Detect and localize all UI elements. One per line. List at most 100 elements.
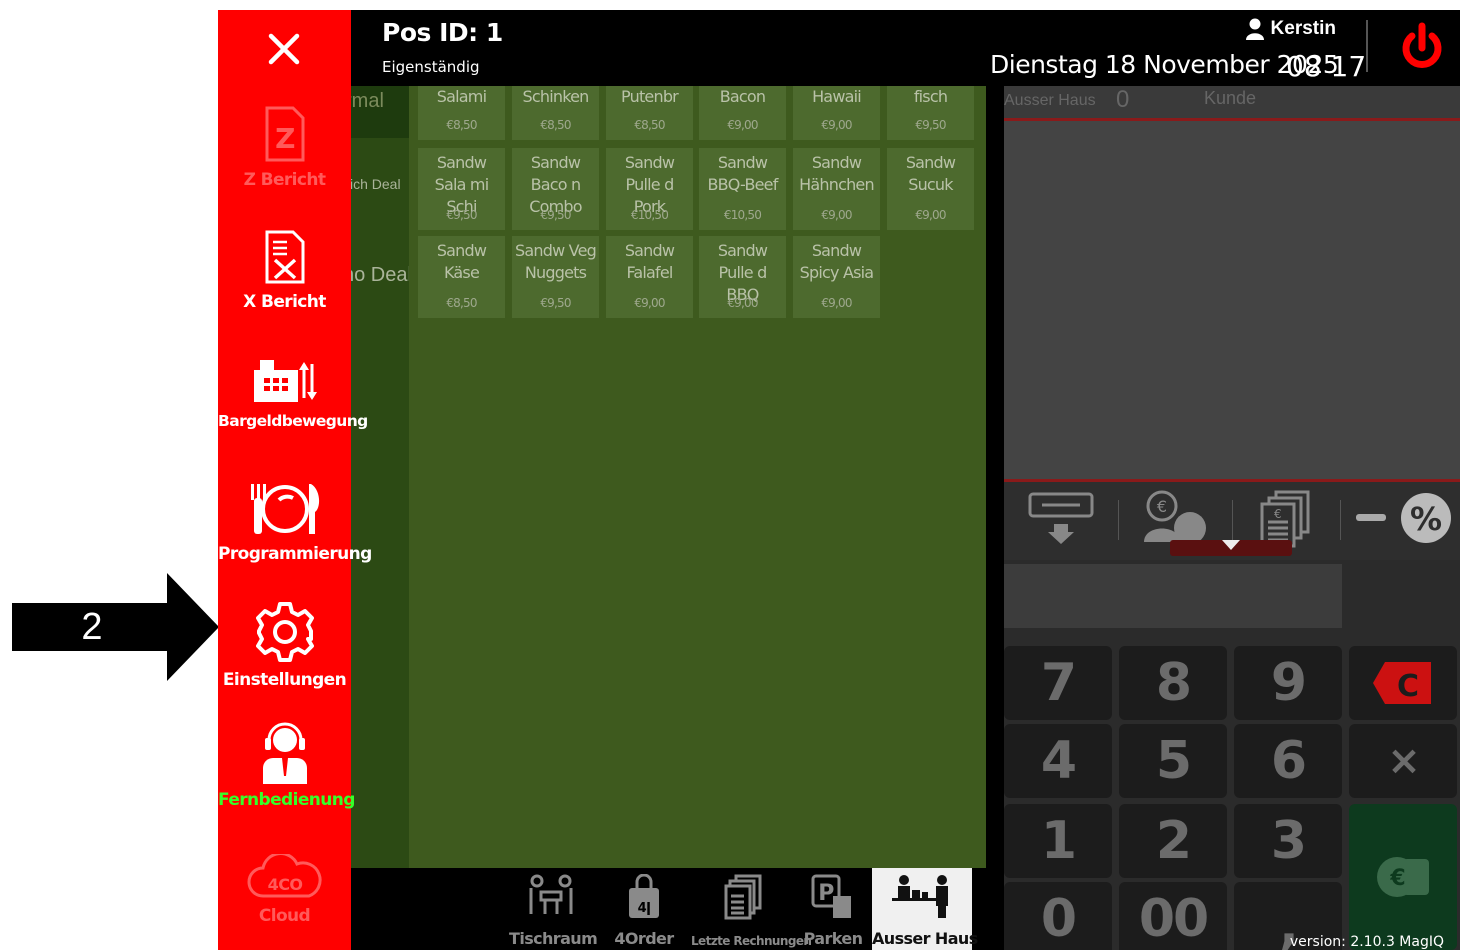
product-tile[interactable]: Sandw Käse €8,50: [418, 236, 505, 318]
order-count: 0: [1116, 86, 1130, 113]
pos-id: Pos ID: 1: [382, 18, 503, 47]
digit-key[interactable]: 1: [1004, 804, 1112, 878]
product-tile[interactable]: Sandw Sala mi Schi €9,50: [418, 148, 505, 230]
digit-key[interactable]: 8: [1119, 646, 1227, 720]
order-list[interactable]: [1004, 118, 1460, 482]
product-tile[interactable]: Bacon €9,00: [699, 86, 786, 140]
product-price: €8,50: [446, 296, 477, 310]
product-name: Sandw Käse: [436, 241, 487, 282]
collapse-tab[interactable]: [1170, 536, 1292, 560]
digit-key[interactable]: 7: [1004, 646, 1112, 720]
nav-tischraum[interactable]: Tischraum: [509, 868, 598, 950]
menu-bargeldbewegung[interactable]: Bargeldbewegung: [218, 358, 368, 430]
nav-ausser-haus[interactable]: Ausser Haus: [872, 868, 978, 950]
svg-text:€: €: [1274, 507, 1282, 521]
product-tile[interactable]: Schinken €8,50: [512, 86, 599, 140]
product-price: €10,50: [630, 208, 669, 222]
product-price: €9,00: [821, 296, 852, 310]
x-report-icon: [265, 230, 304, 284]
product-price: €9,00: [727, 118, 758, 132]
pos-mode: Eigenständig: [382, 58, 480, 76]
svg-text:€: €: [1389, 866, 1404, 891]
menu-label: Z Bericht: [243, 170, 326, 190]
pay-button[interactable]: €: [1349, 804, 1457, 950]
digit-key[interactable]: 3: [1234, 804, 1342, 878]
nav-label: Tischraum: [509, 929, 598, 948]
digit-key[interactable]: 9: [1234, 646, 1342, 720]
digit-key[interactable]: 6: [1234, 724, 1342, 798]
product-price: €9,00: [821, 118, 852, 132]
menu-einstellungen[interactable]: Einstellungen: [218, 600, 351, 690]
product-tile[interactable]: Sandw Falafel €9,00: [606, 236, 693, 318]
product-price: €8,50: [634, 118, 665, 132]
digit-key[interactable]: 00: [1119, 882, 1227, 950]
product-tile[interactable]: Sandw Veg Nuggets €9,50: [512, 236, 599, 318]
product-grid: rmal vich Deal no Deal Salami€8,50Schink…: [351, 86, 986, 868]
menu-programmierung[interactable]: Programmierung: [218, 480, 372, 564]
product-price: €9,00: [821, 208, 852, 222]
product-name: Sandw Spicy Asia: [799, 241, 874, 282]
digit-key[interactable]: 2: [1119, 804, 1227, 878]
product-tile[interactable]: Salami €8,50: [418, 86, 505, 140]
svg-text:4CO: 4CO: [267, 875, 302, 894]
product-name: Sandw BBQ-Beef: [707, 153, 778, 194]
support-agent-icon: [262, 722, 307, 784]
discount-icon[interactable]: %: [1354, 490, 1454, 546]
product-tile[interactable]: Sandw Spicy Asia €9,00: [793, 236, 880, 318]
clear-key[interactable]: C: [1349, 646, 1457, 720]
menu-label: Bargeldbewegung: [218, 412, 368, 430]
product-tile[interactable]: Sandw Baco n Combo €9,50: [512, 148, 599, 230]
product-price: €9,50: [915, 118, 946, 132]
category-item[interactable]: vich Deal: [351, 176, 409, 192]
receipts-icon: [724, 874, 762, 920]
product-price: €9,50: [540, 208, 571, 222]
product-price: €9,00: [634, 296, 665, 310]
clear-icon: C: [1373, 662, 1431, 704]
product-tile[interactable]: fisch €9,50: [887, 86, 974, 140]
category-item[interactable]: rmal: [351, 86, 409, 138]
time-display: 08 17: [1286, 50, 1367, 83]
menu-fernbedienung[interactable]: Fernbedienung: [218, 722, 355, 810]
nav-4order[interactable]: 4ǀ 4Order: [603, 868, 685, 950]
product-tile[interactable]: Sandw BBQ-Beef €10,50: [699, 148, 786, 230]
order-mode[interactable]: Ausser Haus: [1004, 92, 1096, 110]
product-name: Sandw Falafel: [624, 241, 675, 282]
tool-divider: [1118, 500, 1119, 540]
gear-icon: [255, 602, 314, 662]
cash-drawer-icon[interactable]: [1028, 490, 1094, 546]
product-tile[interactable]: Sandw Sucuk €9,00: [887, 148, 974, 230]
digit-key[interactable]: 4: [1004, 724, 1112, 798]
digit-key[interactable]: 0: [1004, 882, 1112, 950]
product-tile[interactable]: Hawaii €9,00: [793, 86, 880, 140]
nav-label: Ausser Haus: [872, 929, 978, 948]
product-tile[interactable]: Putenbr €8,50: [606, 86, 693, 140]
menu-cloud[interactable]: 4CO Cloud: [218, 854, 351, 926]
power-icon[interactable]: [1394, 20, 1450, 76]
pay-cash-icon: €: [1377, 857, 1429, 897]
product-price: €8,50: [446, 118, 477, 132]
header-divider: [1366, 20, 1368, 72]
product-price: €9,00: [915, 208, 946, 222]
close-icon[interactable]: [261, 26, 307, 72]
digit-key[interactable]: 5: [1119, 724, 1227, 798]
menu-label: Einstellungen: [222, 670, 347, 690]
tool-divider: [1232, 500, 1233, 540]
menu-label: Programmierung: [218, 544, 372, 564]
z-report-icon: Z: [265, 106, 304, 162]
annotation-arrow: 2: [12, 573, 219, 681]
category-item[interactable]: no Deal: [351, 264, 409, 287]
user-name: Kerstin: [1270, 18, 1336, 39]
product-tile[interactable]: Sandw Pulle d BBQ €9,00: [699, 236, 786, 318]
user-info[interactable]: Kerstin: [1245, 18, 1336, 40]
customer-button[interactable]: Kunde: [1204, 88, 1256, 109]
product-name: Schinken: [522, 87, 590, 106]
menu-z-bericht[interactable]: Z Z Bericht: [218, 106, 351, 190]
product-tile[interactable]: Sandw Pulle d Pork €10,50: [606, 148, 693, 230]
menu-x-bericht[interactable]: X Bericht: [218, 230, 351, 312]
product-tile[interactable]: Sandw Hähnchen €9,00: [793, 148, 880, 230]
multiply-key[interactable]: ×: [1349, 724, 1457, 798]
nav-parken[interactable]: P Parken: [801, 868, 865, 950]
product-name: Putenbr: [621, 87, 679, 106]
product-price: €9,00: [727, 296, 758, 310]
nav-letzte-rechnungen[interactable]: Letzte Rechnungen: [691, 868, 812, 950]
